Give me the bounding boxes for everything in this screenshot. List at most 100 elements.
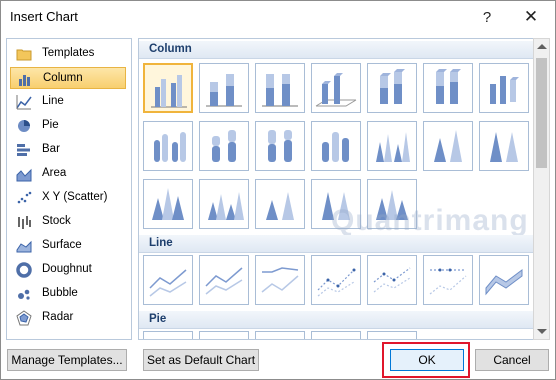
chart-subtype-gallery: Column Quantrimang Line Pie [138, 38, 534, 340]
chart-type-label: Radar [42, 311, 74, 323]
chart-type-label: Pie [42, 119, 59, 131]
chart-type-label: Stock [42, 215, 71, 227]
line-markers-icon [373, 267, 411, 293]
subtype-stacked-cone[interactable] [423, 121, 473, 171]
help-icon[interactable]: ? [473, 5, 501, 29]
subtype-3d-100-stacked-column[interactable] [423, 63, 473, 113]
line-chart-icon [16, 95, 32, 110]
subtype-100-stacked-cone[interactable] [479, 121, 529, 171]
subtype-stacked-column[interactable] [199, 63, 249, 113]
3d-stacked-column-icon [380, 69, 405, 104]
line-markers-icon [429, 268, 467, 295]
pyramid-icon [152, 188, 184, 220]
close-icon[interactable]: ✕ [517, 5, 545, 29]
dialog-title: Insert Chart [10, 9, 78, 24]
subtype-clustered-cone[interactable] [367, 121, 417, 171]
percent-stacked-column-icon [262, 74, 298, 107]
subtype-3d-cone[interactable] [143, 179, 193, 229]
chart-type-label: Doughnut [42, 263, 92, 275]
subtype-stacked-line[interactable] [199, 255, 249, 305]
stock-chart-icon [18, 216, 31, 229]
scrollbar-thumb[interactable] [536, 58, 547, 168]
chart-type-line[interactable]: Line [10, 91, 126, 113]
cylinder-icon [322, 132, 349, 162]
chart-type-area[interactable]: Area [10, 163, 126, 185]
chart-type-bubble[interactable]: Bubble [10, 283, 126, 305]
subtype-3d-line[interactable] [479, 255, 529, 305]
subtype-3d-column[interactable] [479, 63, 529, 113]
manage-templates-button[interactable]: Manage Templates... [7, 349, 127, 371]
cone-icon [376, 132, 410, 162]
pyramid-icon [376, 190, 408, 220]
chart-type-doughnut[interactable]: Doughnut [10, 259, 126, 281]
subtype-clustered-pyramid[interactable] [199, 179, 249, 229]
subtype-3d-cylinder[interactable] [311, 121, 361, 171]
subtype-clustered-column[interactable] [143, 63, 193, 113]
stacked-column-icon [206, 74, 242, 107]
bar-chart-icon [17, 144, 30, 156]
doughnut-chart-icon [16, 262, 32, 278]
subtype-stacked-pyramid[interactable] [255, 179, 305, 229]
chart-type-label: Area [42, 167, 67, 179]
subtype-bar-of-pie[interactable] [367, 331, 417, 340]
chart-type-label: Bubble [42, 287, 78, 299]
insert-chart-dialog: Insert Chart ? ✕ Templates Column Line P… [0, 0, 556, 380]
pie-chart-icon [202, 334, 246, 340]
chart-type-stock[interactable]: Stock [10, 211, 126, 233]
3d-clustered-column-icon [315, 73, 357, 107]
chart-type-list: Templates Column Line Pie Bar Area X Y (… [6, 38, 132, 340]
subtype-100-line-with-markers[interactable] [423, 255, 473, 305]
chart-type-pie[interactable]: Pie [10, 115, 126, 137]
chart-type-label: Templates [42, 47, 95, 59]
line-chart-icon [261, 267, 299, 293]
radar-chart-icon [16, 310, 32, 326]
pyramid-icon [266, 192, 294, 220]
set-default-chart-button[interactable]: Set as Default Chart [143, 349, 259, 371]
subtype-100-stacked-column[interactable] [255, 63, 305, 113]
subtype-3d-stacked-column[interactable] [367, 63, 417, 113]
chart-type-scatter[interactable]: X Y (Scatter) [10, 187, 126, 209]
section-title: Pie [149, 313, 167, 325]
chart-type-column[interactable]: Column [10, 67, 126, 89]
line-chart-icon [149, 269, 187, 297]
subtype-pie-of-pie[interactable] [255, 331, 305, 339]
line-chart-icon [205, 267, 243, 295]
subtype-3d-clustered-column[interactable] [311, 63, 361, 113]
subtype-100-stacked-cylinder[interactable] [255, 121, 305, 171]
subtype-3d-pyramid[interactable] [367, 179, 417, 229]
section-title: Line [149, 237, 173, 249]
subtype-stacked-line-with-markers[interactable] [367, 255, 417, 305]
cylinder-icon [268, 130, 292, 162]
chart-type-radar[interactable]: Radar [10, 307, 126, 329]
vertical-scrollbar[interactable] [533, 38, 550, 340]
section-header-pie: Pie [139, 311, 533, 329]
subtype-line[interactable] [143, 255, 193, 305]
subtype-3d-pie[interactable] [199, 331, 249, 340]
section-header-line: Line [139, 235, 533, 253]
cone-icon [434, 130, 462, 162]
scroll-up-icon[interactable] [537, 44, 547, 49]
area-chart-icon [16, 168, 32, 182]
chart-type-templates[interactable]: Templates [10, 43, 126, 65]
cylinder-icon [212, 130, 236, 162]
folder-icon [16, 49, 32, 61]
ok-button[interactable]: OK [390, 349, 464, 371]
subtype-100-stacked-line[interactable] [255, 255, 305, 305]
chart-type-label: Surface [42, 239, 82, 251]
subtype-clustered-cylinder[interactable] [143, 121, 193, 171]
scroll-down-icon[interactable] [537, 329, 547, 334]
3d-percent-stacked-column-icon [436, 69, 461, 104]
subtype-pie[interactable] [143, 331, 193, 339]
chart-type-surface[interactable]: Surface [10, 235, 126, 257]
chart-type-bar[interactable]: Bar [10, 139, 126, 161]
subtype-exploded-pie[interactable] [311, 331, 361, 339]
pyramid-icon [322, 192, 350, 220]
pie-chart-icon [370, 334, 414, 340]
subtype-line-with-markers[interactable] [311, 255, 361, 305]
cancel-button[interactable]: Cancel [475, 349, 549, 371]
cone-icon [490, 132, 518, 162]
subtype-stacked-cylinder[interactable] [199, 121, 249, 171]
clustered-column-icon [151, 75, 187, 108]
subtype-100-stacked-pyramid[interactable] [311, 179, 361, 229]
pie-chart-icon [18, 120, 30, 132]
